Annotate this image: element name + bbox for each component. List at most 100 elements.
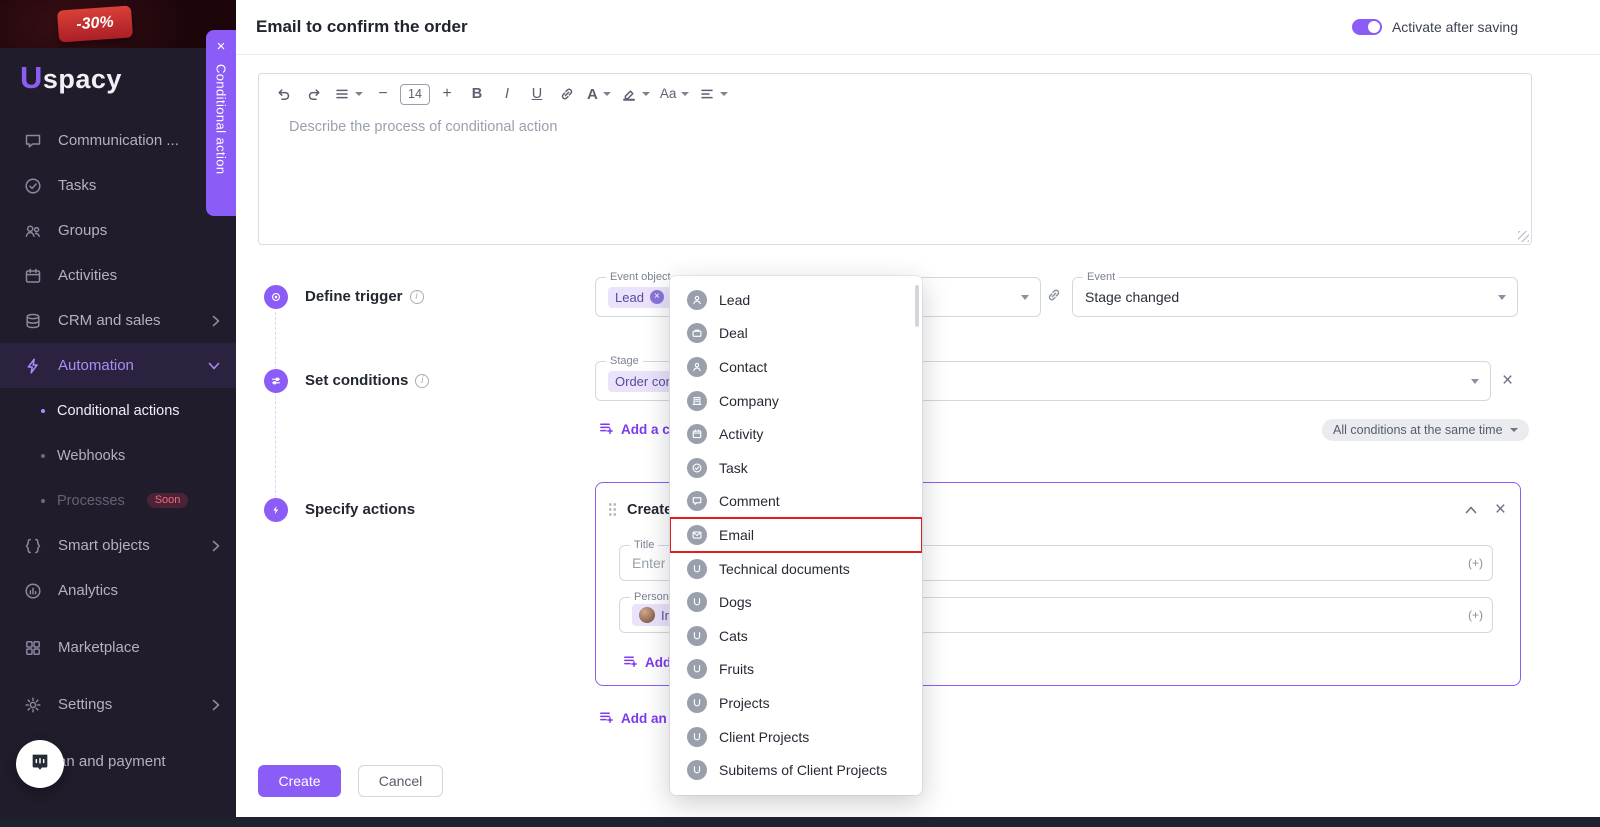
toolbar-button-icon: A <box>587 86 598 103</box>
insert-variable-button[interactable]: (+) <box>1468 608 1483 622</box>
uspacy-logo[interactable]: Uspacy <box>20 60 122 96</box>
sidebar-item[interactable]: Smart objects <box>0 523 236 568</box>
remove-action-icon[interactable]: × <box>1495 500 1506 519</box>
dropdown-item[interactable]: Fruits <box>670 653 922 687</box>
drag-handle-icon[interactable] <box>608 502 617 517</box>
conditions-step-text: Set conditions <box>305 372 408 389</box>
info-icon[interactable]: i <box>415 374 429 388</box>
toolbar-button-icon: Aa <box>660 86 677 102</box>
avatar <box>639 607 655 623</box>
dropdown-item[interactable]: Client Projects <box>670 720 922 754</box>
sidebar-item-label: Automation <box>58 357 134 374</box>
dropdown-item[interactable]: Cats <box>670 619 922 653</box>
promo-banner[interactable]: -30% <box>0 0 236 48</box>
create-button[interactable]: Create <box>258 765 341 797</box>
toolbar-button-icon <box>699 86 715 102</box>
dropdown-item[interactable]: Deal <box>670 317 922 351</box>
toolbar-button[interactable]: Aa <box>657 82 693 106</box>
toolbar-button[interactable]: + <box>434 82 460 106</box>
dropdown-item[interactable]: Email <box>670 518 922 552</box>
trigger-step-label: Define trigger i <box>305 288 424 305</box>
match-mode-text: All conditions at the same time <box>1333 423 1503 437</box>
toolbar-button[interactable]: − <box>370 82 396 106</box>
actions-step-icon <box>264 498 288 522</box>
toolbar-button[interactable]: A <box>584 82 614 106</box>
cancel-button[interactable]: Cancel <box>358 765 443 797</box>
dropdown-scrollbar[interactable] <box>915 285 919 327</box>
sidebar-item-icon <box>22 220 44 242</box>
dropdown-item-label: Dogs <box>719 594 752 610</box>
toolbar-button[interactable] <box>554 82 580 106</box>
sidebar-item[interactable]: Groups <box>0 208 236 253</box>
add-field-link[interactable]: Add <box>622 653 671 672</box>
editor-placeholder: Describe the process of conditional acti… <box>289 119 557 135</box>
sidebar-item[interactable]: Tasks <box>0 163 236 208</box>
sidebar-item[interactable]: Automation <box>0 343 236 388</box>
add-action-link[interactable]: Add an <box>598 709 667 728</box>
dropdown-item[interactable]: Dogs <box>670 585 922 619</box>
dropdown-item[interactable]: Contact <box>670 350 922 384</box>
activate-toggle[interactable] <box>1352 19 1382 35</box>
toolbar-button[interactable] <box>618 82 653 106</box>
dropdown-item-icon <box>687 357 707 377</box>
remove-condition-icon[interactable]: × <box>1502 371 1513 390</box>
dropdown-item[interactable]: Projects <box>670 686 922 720</box>
toolbar-button[interactable] <box>271 82 297 106</box>
dropdown-item[interactable]: Subitems of Client Projects <box>670 753 922 787</box>
dropdown-item[interactable]: Lead <box>670 283 922 317</box>
sidebar-item[interactable]: Webhooks <box>0 433 236 478</box>
dropdown-item-icon <box>687 323 707 343</box>
dropdown-item[interactable]: Task <box>670 451 922 485</box>
event-label: Event <box>1083 271 1119 283</box>
chip-remove-icon[interactable]: × <box>650 290 664 304</box>
toolbar-button[interactable]: 14 <box>400 84 430 105</box>
chevron-down-icon <box>1498 295 1506 300</box>
sidebar-item[interactable]: Communication ... <box>0 118 236 163</box>
dropdown-item-label: Contact <box>719 359 767 375</box>
toolbar-button[interactable] <box>331 82 366 106</box>
panel-header: Email to confirm the order Activate afte… <box>236 0 1600 55</box>
dropdown-item[interactable]: Activity <box>670 417 922 451</box>
dropdown-item-icon <box>687 525 707 545</box>
sidebar-item[interactable]: Marketplace <box>0 625 236 670</box>
toolbar-button[interactable] <box>696 82 731 106</box>
sidebar-item[interactable]: Analytics <box>0 568 236 613</box>
insert-variable-button[interactable]: (+) <box>1468 556 1483 570</box>
add-condition-link[interactable]: Add a c <box>598 420 670 439</box>
toolbar-button[interactable]: B <box>464 82 490 106</box>
sidebar-item[interactable]: CRM and sales <box>0 298 236 343</box>
toolbar-button[interactable]: I <box>494 82 520 106</box>
resize-handle[interactable] <box>1518 231 1529 242</box>
collapse-icon[interactable] <box>1465 506 1477 514</box>
sidebar-item[interactable]: Processes Soon <box>0 478 236 523</box>
soon-badge: Soon <box>147 493 189 508</box>
dropdown-item[interactable]: Technical documents <box>670 552 922 586</box>
actions-step-text: Specify actions <box>305 501 415 518</box>
sidebar-item[interactable]: Activities <box>0 253 236 298</box>
toolbar-button[interactable] <box>301 82 327 106</box>
toolbar-button[interactable]: U <box>524 82 550 106</box>
sidebar-item[interactable]: Settings <box>0 682 236 727</box>
event-select[interactable]: Event Stage changed <box>1072 277 1518 317</box>
description-editor[interactable]: −14+BIU A Aa Describe the process of condi… <box>258 73 1532 245</box>
sidebar-item-icon <box>22 310 44 332</box>
dropdown-item-label: Company <box>719 393 779 409</box>
sidebar-item-label: Tasks <box>58 177 96 194</box>
card-header-actions: × <box>1465 500 1506 519</box>
sidebar-item-label: CRM and sales <box>58 312 161 329</box>
dropdown-item-label: Client Projects <box>719 729 809 745</box>
dropdown-item[interactable]: Company <box>670 384 922 418</box>
dropdown-item[interactable]: Comment <box>670 485 922 519</box>
info-icon[interactable]: i <box>410 290 424 304</box>
sidebar-item[interactable]: Conditional actions <box>0 388 236 433</box>
dropdown-item-label: Task <box>719 460 748 476</box>
linked-fields-icon[interactable] <box>1046 287 1062 308</box>
dropdown-item-icon <box>687 458 707 478</box>
dropdown-item-label: Activity <box>719 426 763 442</box>
chat-bubble-button[interactable] <box>16 740 64 788</box>
sidebar-item-label: Activities <box>58 267 117 284</box>
close-icon[interactable]: × <box>217 39 226 54</box>
sidebar-item-label: Marketplace <box>58 639 140 656</box>
conditional-action-drawer-tab[interactable]: × Conditional action <box>206 30 236 216</box>
conditions-match-mode-dropdown[interactable]: All conditions at the same time <box>1322 419 1529 441</box>
